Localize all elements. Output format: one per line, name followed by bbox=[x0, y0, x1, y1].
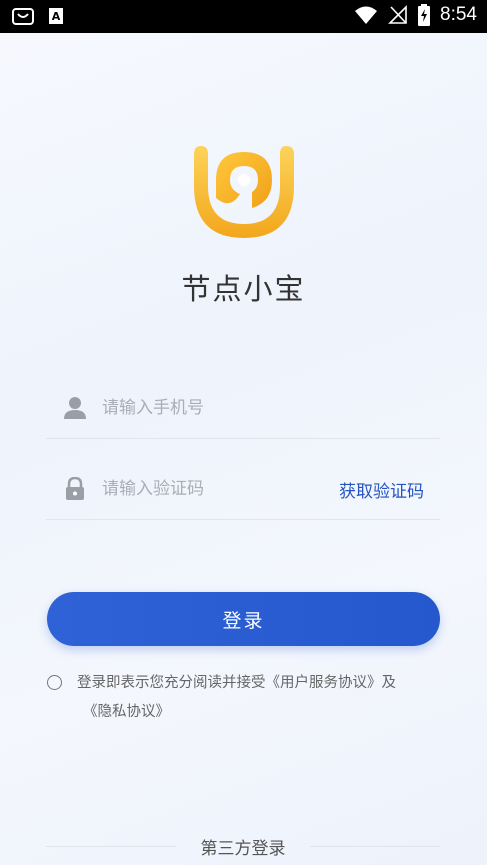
login-button[interactable]: 登录 bbox=[47, 592, 440, 646]
phone-field bbox=[46, 378, 440, 439]
keyboard-a-notification-icon: A bbox=[49, 8, 63, 24]
user-icon bbox=[64, 397, 86, 419]
agreement-checkbox[interactable] bbox=[47, 675, 62, 690]
wifi-icon bbox=[355, 6, 378, 24]
agreement-line-2[interactable]: 《隐私协议》 bbox=[77, 698, 437, 727]
code-input[interactable] bbox=[100, 471, 364, 507]
battery-charging-icon bbox=[418, 4, 431, 26]
divider-right bbox=[310, 846, 440, 847]
phone-input[interactable] bbox=[100, 390, 364, 426]
app-logo bbox=[194, 146, 294, 238]
agreement-line-1[interactable]: 登录即表示您充分阅读并接受《用户服务协议》及 bbox=[77, 669, 437, 698]
third-party-login: 第三方登录 bbox=[46, 834, 440, 859]
get-code-button[interactable]: 获取验证码 bbox=[339, 477, 424, 502]
svg-text:A: A bbox=[52, 10, 61, 23]
agreement-text: 登录即表示您充分阅读并接受《用户服务协议》及 《隐私协议》 bbox=[77, 669, 437, 727]
code-field: 获取验证码 bbox=[46, 459, 440, 520]
app-name: 节点小宝 bbox=[181, 272, 306, 306]
status-bar: A 8:54 bbox=[0, 0, 487, 33]
store-notification-icon bbox=[12, 8, 34, 25]
no-signal-icon bbox=[388, 5, 407, 24]
status-time: 8:54 bbox=[440, 4, 477, 25]
lock-icon bbox=[66, 477, 84, 500]
